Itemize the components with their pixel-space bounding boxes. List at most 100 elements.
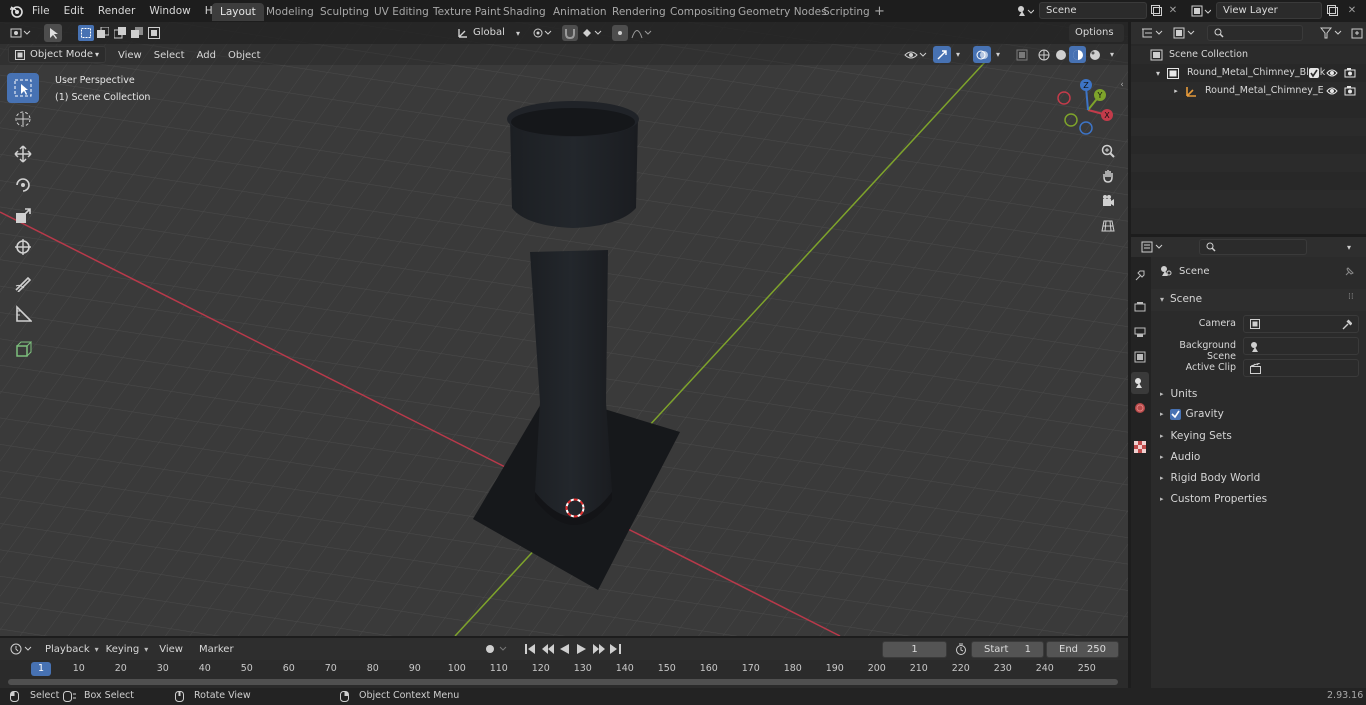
jump-keyframe-forward-icon[interactable] bbox=[590, 641, 607, 657]
properties-search-input[interactable] bbox=[1199, 239, 1307, 255]
gravity-panel[interactable]: ▸ Gravity bbox=[1160, 408, 1224, 420]
audio-panel[interactable]: ▸ Audio bbox=[1160, 451, 1200, 463]
select-box-tool[interactable] bbox=[7, 73, 39, 103]
display-mode-icon[interactable] bbox=[1171, 25, 1199, 41]
timeline-ruler[interactable]: 1 10 20 30 40 50 60 70 80 90 100 110 120 130 140 150 160… bbox=[0, 660, 1128, 688]
tool-tab-icon[interactable] bbox=[1131, 264, 1149, 286]
menu-edit[interactable]: Edit bbox=[57, 5, 91, 17]
exclude-checkbox[interactable] bbox=[1309, 68, 1319, 78]
cursor-tool[interactable] bbox=[7, 104, 39, 134]
pivot-point-icon[interactable] bbox=[530, 25, 554, 41]
orientation-chevron-down-icon[interactable]: ▾ bbox=[512, 25, 524, 41]
tab-layout[interactable]: Layout bbox=[212, 3, 264, 21]
select-new-icon[interactable] bbox=[78, 25, 94, 41]
outliner-row-collection[interactable]: ▾ Round_Metal_Chimney_Black bbox=[1131, 64, 1366, 82]
wireframe-shading-icon[interactable] bbox=[1035, 46, 1052, 63]
measure-tool[interactable] bbox=[7, 299, 39, 329]
add-cube-tool[interactable] bbox=[7, 334, 39, 364]
move-tool[interactable] bbox=[7, 139, 39, 169]
select-intersect-icon[interactable] bbox=[146, 25, 162, 41]
camera-field[interactable] bbox=[1243, 315, 1359, 333]
menu-view[interactable]: View bbox=[112, 50, 148, 61]
editor-type-icon[interactable] bbox=[8, 25, 34, 41]
transform-orientation-icon[interactable] bbox=[455, 25, 471, 41]
menu-add[interactable]: Add bbox=[191, 50, 222, 61]
mode-dropdown[interactable]: Object Mode ▾ bbox=[8, 46, 106, 63]
view-layer-icon[interactable] bbox=[1188, 3, 1214, 19]
menu-select[interactable]: Select bbox=[148, 50, 191, 61]
menu-keying[interactable]: Keying bbox=[101, 644, 145, 655]
add-workspace-button[interactable]: + bbox=[866, 3, 893, 21]
texture-tab-icon[interactable] bbox=[1131, 436, 1149, 458]
pan-hand-icon[interactable] bbox=[1097, 165, 1119, 187]
jump-end-icon[interactable] bbox=[607, 641, 624, 657]
annotate-tool[interactable] bbox=[7, 268, 39, 298]
eyedropper-icon[interactable] bbox=[1341, 319, 1352, 330]
units-panel[interactable]: ▸ Units bbox=[1160, 388, 1197, 400]
rendered-shading-icon[interactable] bbox=[1086, 46, 1103, 63]
gizmo-chevron-down-icon[interactable]: ▾ bbox=[952, 46, 964, 63]
transform-tool[interactable] bbox=[7, 232, 39, 262]
overlays-chevron-down-icon[interactable]: ▾ bbox=[992, 46, 1004, 63]
background-scene-field[interactable] bbox=[1243, 337, 1359, 355]
output-tab-icon[interactable] bbox=[1131, 321, 1149, 343]
3d-viewport[interactable]: Global ▾ Options ▾ Object Mode ▾ View bbox=[0, 22, 1128, 636]
scene-selector-icon[interactable] bbox=[1013, 3, 1037, 19]
start-frame-field[interactable]: Start 1 bbox=[971, 641, 1044, 658]
custom-properties-panel[interactable]: ▸ Custom Properties bbox=[1160, 493, 1267, 505]
render-camera-icon[interactable] bbox=[1344, 85, 1356, 96]
zoom-icon[interactable] bbox=[1097, 140, 1119, 162]
delete-view-layer-icon[interactable]: ✕ bbox=[1345, 3, 1359, 18]
menu-render[interactable]: Render bbox=[91, 5, 142, 17]
auto-keying-icon[interactable] bbox=[482, 641, 512, 657]
outliner-row-scene-collection[interactable]: Scene Collection bbox=[1131, 46, 1366, 64]
blender-logo-icon[interactable] bbox=[8, 3, 24, 19]
options-dropdown[interactable]: Options ▾ bbox=[1069, 24, 1124, 55]
copy-scene-icon[interactable] bbox=[1149, 3, 1163, 18]
gravity-checkbox[interactable] bbox=[1169, 408, 1181, 420]
menu-timeline-view[interactable]: View bbox=[154, 644, 188, 655]
scale-tool[interactable] bbox=[7, 201, 39, 231]
expand-chevron-right-icon[interactable]: ▸ bbox=[1171, 85, 1181, 97]
world-tab-icon[interactable] bbox=[1131, 397, 1149, 419]
current-frame-field[interactable]: 1 bbox=[882, 641, 947, 658]
new-collection-icon[interactable] bbox=[1349, 25, 1365, 41]
rotate-tool[interactable] bbox=[7, 170, 39, 200]
timeline-scrollbar[interactable] bbox=[8, 679, 1118, 685]
play-reverse-icon[interactable] bbox=[556, 641, 573, 657]
camera-view-icon[interactable] bbox=[1097, 190, 1119, 212]
select-subtract-icon[interactable] bbox=[112, 25, 128, 41]
outliner-editor-type-icon[interactable] bbox=[1139, 25, 1167, 41]
navigation-gizmo[interactable]: X Y Z bbox=[1055, 77, 1120, 137]
end-frame-field[interactable]: End 250 bbox=[1046, 641, 1119, 658]
snap-magnet-icon[interactable] bbox=[562, 25, 578, 41]
play-icon[interactable] bbox=[573, 641, 590, 657]
timer-stopwatch-icon[interactable] bbox=[953, 641, 969, 657]
falloff-curve-icon[interactable] bbox=[630, 25, 654, 41]
select-invert-icon[interactable] bbox=[129, 25, 145, 41]
outliner-row-object[interactable]: ▸ Round_Metal_Chimney_E bbox=[1131, 82, 1366, 100]
menu-playback[interactable]: Playback bbox=[40, 644, 95, 655]
scene-name-field[interactable]: Scene bbox=[1039, 2, 1147, 19]
sidebar-expand-chevron-icon[interactable]: ‹ bbox=[1118, 79, 1126, 91]
copy-view-layer-icon[interactable] bbox=[1325, 3, 1339, 18]
menu-window[interactable]: Window bbox=[142, 5, 197, 17]
scene-tab-icon[interactable] bbox=[1131, 372, 1149, 394]
rigid-body-world-panel[interactable]: ▸ Rigid Body World bbox=[1160, 472, 1260, 484]
scene-panel-title[interactable]: ▾ Scene bbox=[1160, 293, 1202, 305]
jump-keyframe-back-icon[interactable] bbox=[539, 641, 556, 657]
solid-shading-icon[interactable] bbox=[1052, 46, 1069, 63]
proportional-edit-icon[interactable] bbox=[612, 25, 628, 41]
active-clip-field[interactable] bbox=[1243, 359, 1359, 377]
view-layer-field[interactable]: View Layer bbox=[1216, 2, 1322, 19]
visibility-eye-icon[interactable] bbox=[1326, 86, 1338, 96]
select-tool-toggle[interactable] bbox=[44, 24, 62, 42]
render-camera-icon[interactable] bbox=[1344, 67, 1356, 78]
visibility-eye-icon[interactable] bbox=[1326, 68, 1338, 78]
render-tab-icon[interactable] bbox=[1131, 296, 1149, 318]
properties-options-chevron-icon[interactable]: ▾ bbox=[1341, 239, 1357, 255]
perspective-toggle-icon[interactable] bbox=[1097, 215, 1119, 237]
menu-marker[interactable]: Marker bbox=[194, 644, 239, 655]
delete-scene-icon[interactable]: ✕ bbox=[1166, 3, 1180, 18]
xray-toggle-icon[interactable] bbox=[1013, 46, 1031, 63]
